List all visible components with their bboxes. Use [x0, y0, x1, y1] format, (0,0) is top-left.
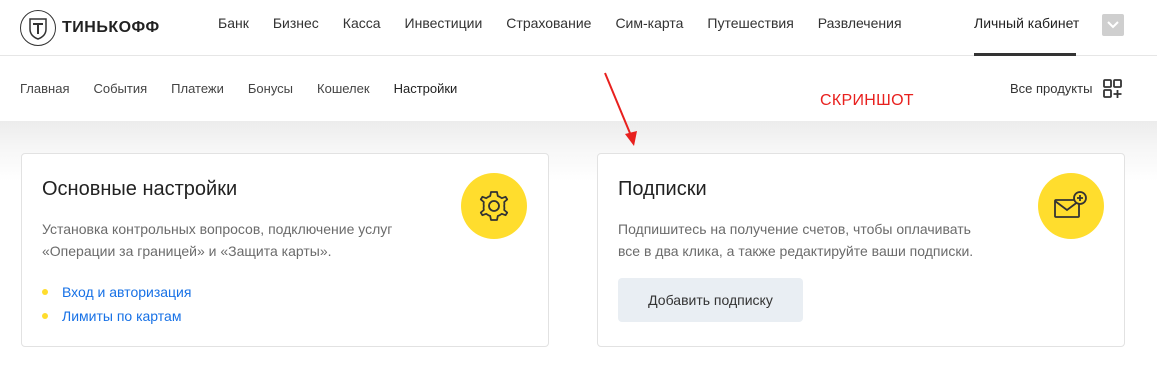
- top-nav-item-travel[interactable]: Путешествия: [707, 15, 793, 31]
- grid-add-icon[interactable]: [1103, 79, 1123, 99]
- settings-links: Вход и авторизация Лимиты по картам: [42, 280, 191, 328]
- top-nav: Банк Бизнес Касса Инвестиции Страхование…: [218, 15, 926, 31]
- card-description-line: «Операции за границей» и «Защита карты».: [42, 243, 332, 259]
- bullet-dot: [42, 289, 48, 295]
- top-nav-item-insurance[interactable]: Страхование: [506, 15, 591, 31]
- avatar[interactable]: [1102, 14, 1124, 36]
- top-bar: ТИНЬКОФФ Банк Бизнес Касса Инвестиции Ст…: [0, 0, 1157, 56]
- top-nav-item-sim-card[interactable]: Сим-карта: [615, 15, 683, 31]
- card-limits-link[interactable]: Лимиты по картам: [62, 308, 181, 324]
- top-nav-item-entertainment[interactable]: Развлечения: [818, 15, 902, 31]
- screenshot-annotation: СКРИНШОТ: [820, 92, 914, 109]
- mail-add-icon: [1038, 173, 1104, 239]
- login-auth-link[interactable]: Вход и авторизация: [62, 284, 191, 300]
- top-nav-item-bank[interactable]: Банк: [218, 15, 249, 31]
- sub-nav-item-settings[interactable]: Настройки: [394, 81, 458, 96]
- sub-nav-bar: Главная События Платежи Бонусы Кошелек Н…: [0, 57, 1157, 121]
- top-nav-item-business[interactable]: Бизнес: [273, 15, 319, 31]
- sub-nav: Главная События Платежи Бонусы Кошелек Н…: [20, 81, 481, 96]
- sub-nav-item-bonuses[interactable]: Бонусы: [248, 81, 293, 96]
- chevron-down-icon: [1107, 21, 1119, 29]
- bullet-dot: [42, 313, 48, 319]
- personal-cabinet-link[interactable]: Личный кабинет: [974, 15, 1079, 31]
- card-description: Установка контрольных вопросов, подключе…: [42, 218, 392, 262]
- sub-nav-item-wallet[interactable]: Кошелек: [317, 81, 370, 96]
- tinkoff-logo-icon: [20, 10, 56, 46]
- card-description: Подпишитесь на получение счетов, чтобы о…: [618, 218, 973, 262]
- card-title: Подписки: [618, 178, 707, 200]
- top-nav-item-kassa[interactable]: Касса: [343, 15, 381, 31]
- sub-nav-item-events[interactable]: События: [93, 81, 147, 96]
- logo[interactable]: ТИНЬКОФФ: [20, 10, 160, 46]
- add-subscription-button[interactable]: Добавить подписку: [618, 278, 803, 322]
- list-item: Лимиты по картам: [42, 304, 191, 328]
- basic-settings-card: Основные настройки Установка контрольных…: [21, 153, 549, 347]
- main-content: Основные настройки Установка контрольных…: [0, 121, 1157, 374]
- top-nav-item-investments[interactable]: Инвестиции: [405, 15, 483, 31]
- subscriptions-card: Подписки Подпишитесь на получение счетов…: [597, 153, 1125, 347]
- sub-nav-item-payments[interactable]: Платежи: [171, 81, 224, 96]
- active-tab-underline: [974, 53, 1076, 56]
- brand-name: ТИНЬКОФФ: [62, 19, 160, 36]
- card-description-line: Установка контрольных вопросов, подключе…: [42, 221, 393, 237]
- card-description-line: Подпишитесь на получение счетов, чтобы о…: [618, 221, 971, 237]
- sub-nav-item-main[interactable]: Главная: [20, 81, 69, 96]
- card-description-line: все в два клика, а также редактируйте ва…: [618, 243, 974, 259]
- list-item: Вход и авторизация: [42, 280, 191, 304]
- card-title: Основные настройки: [42, 178, 238, 200]
- all-products-link[interactable]: Все продукты: [1010, 81, 1092, 96]
- gear-icon: [461, 173, 527, 239]
